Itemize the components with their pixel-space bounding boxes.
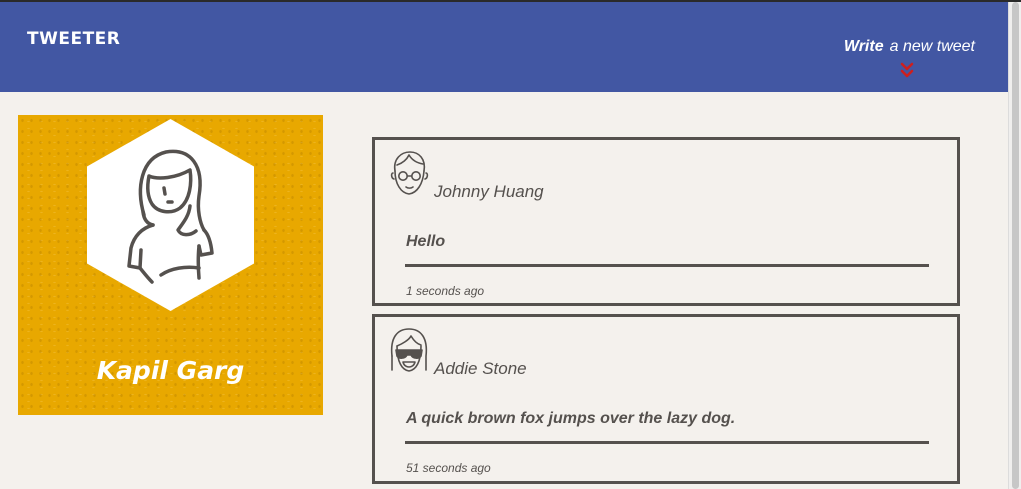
tweet-content: Hello — [406, 233, 446, 250]
tweet-author[interactable]: Addie Stone — [434, 359, 527, 379]
tweet-content: A quick brown fox jumps over the lazy do… — [406, 410, 736, 427]
tweet-card: Addie Stone A quick brown fox jumps over… — [372, 314, 960, 484]
top-navbar: TWEETER Write a new tweet — [0, 2, 1008, 92]
woman-avatar-icon — [87, 119, 254, 311]
tweet-divider — [405, 441, 929, 444]
tweet-card: Johnny Huang Hello 1 seconds ago — [372, 137, 960, 306]
compose-light-label: a new tweet — [889, 38, 975, 55]
tweet-timestamp: 51 seconds ago — [406, 461, 491, 475]
brand-logo[interactable]: TWEETER — [27, 29, 120, 49]
profile-name: Kapil Garg — [96, 356, 245, 385]
tweet-author[interactable]: Johnny Huang — [434, 182, 544, 202]
compose-strong-label: Write — [843, 38, 884, 55]
man-glasses-avatar-icon — [390, 151, 429, 195]
compose-tweet-toggle[interactable]: Write a new tweet — [844, 38, 975, 56]
vertical-scrollbar[interactable] — [1008, 2, 1021, 489]
profile-card: Kapil Garg — [18, 115, 323, 415]
tweet-divider — [405, 264, 929, 267]
double-chevron-down-icon[interactable] — [899, 62, 915, 80]
sunglasses-avatar-icon — [390, 328, 428, 372]
scrollbar-thumb[interactable] — [1012, 2, 1019, 489]
tweet-timestamp: 1 seconds ago — [406, 284, 485, 298]
